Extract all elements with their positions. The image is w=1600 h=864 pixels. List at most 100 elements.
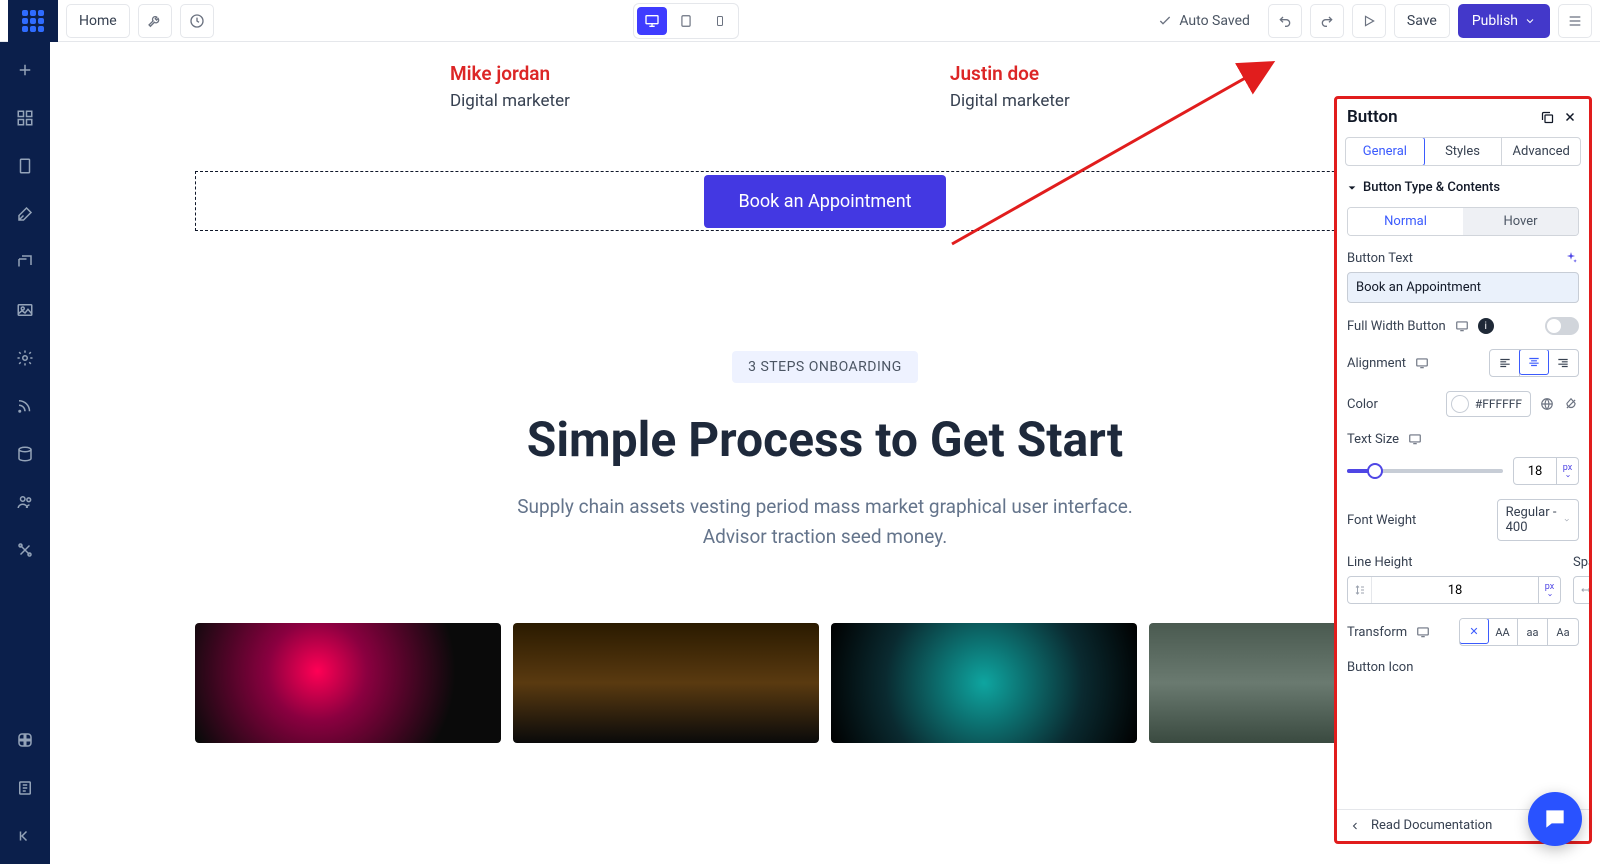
color-value: #FFFFFF [1475,397,1522,411]
keyboard-shortcuts-icon[interactable] [13,728,37,752]
tab-styles[interactable]: Styles [1424,138,1503,165]
preview-play-button[interactable] [1352,4,1386,38]
text-size-label: Text Size [1347,432,1399,447]
responsive-icon[interactable] [1414,355,1430,371]
responsive-icon[interactable] [1407,431,1423,447]
section-header-label: Button Type & Contents [1363,180,1500,195]
line-height-icon [1348,577,1372,603]
save-button[interactable]: Save [1394,4,1450,38]
transform-none-button[interactable]: ✕ [1459,618,1489,644]
color-picker[interactable]: #FFFFFF [1446,391,1531,417]
collapse-sidebar-icon[interactable] [13,824,37,848]
media-icon[interactable] [13,298,37,322]
left-sidebar [0,42,50,864]
transform-label: Transform [1347,625,1407,640]
team-name: Mike jordan [450,62,570,85]
hamburger-menu-button[interactable] [1558,4,1592,38]
global-color-icon[interactable] [1539,396,1555,412]
section-subtext: Supply chain assets vesting period mass … [515,492,1135,553]
add-element-icon[interactable] [13,58,37,82]
gallery-image [195,623,501,743]
button-text-label: Button Text [1347,251,1413,266]
responsive-icon[interactable] [1454,318,1470,334]
team-member: Justin doe Digital marketer [950,62,1070,111]
panel-title: Button [1347,107,1532,127]
autosave-label: Auto Saved [1179,13,1250,29]
line-height-label: Line Height [1347,555,1561,570]
selected-button-block[interactable]: Book an Appointment [195,171,1455,231]
history-icon[interactable] [180,4,214,38]
design-icon[interactable] [13,202,37,226]
spacing-label: Spacing [1573,555,1589,570]
undo-button[interactable] [1268,4,1302,38]
reset-color-icon[interactable] [1563,396,1579,412]
full-width-label: Full Width Button [1347,319,1446,334]
docs-icon[interactable] [13,776,37,800]
tab-advanced[interactable]: Advanced [1502,138,1580,165]
blog-icon[interactable] [13,394,37,418]
alignment-label: Alignment [1347,356,1406,371]
unit-selector[interactable]: px [1556,458,1578,484]
align-center-button[interactable] [1519,349,1549,375]
transform-segmented: ✕ AA aa Aa [1459,618,1579,646]
tablet-device-button[interactable] [671,7,701,35]
users-icon[interactable] [13,490,37,514]
top-toolbar: Home Auto Saved Save Publish [0,0,1600,42]
button-text-input[interactable] [1347,272,1579,303]
page-icon[interactable] [13,154,37,178]
color-swatch [1451,395,1469,413]
panel-body: Normal Hover Button Text Full Width Butt… [1337,203,1589,809]
full-width-toggle[interactable] [1545,317,1579,335]
button-icon-label: Button Icon [1347,660,1413,675]
state-normal[interactable]: Normal [1348,208,1463,235]
app-logo[interactable] [8,0,58,42]
team-member: Mike jordan Digital marketer [450,62,570,111]
sections-icon[interactable] [13,106,37,130]
slider-thumb[interactable] [1367,463,1383,479]
spacing-input[interactable]: px [1573,576,1589,604]
layers-icon[interactable] [13,250,37,274]
settings-icon[interactable] [13,346,37,370]
info-icon[interactable]: i [1478,318,1494,334]
tools-icon[interactable] [13,538,37,562]
cta-button[interactable]: Book an Appointment [704,175,945,228]
section-badge: 3 STEPS ONBOARDING [732,351,918,383]
ai-sparkle-icon[interactable] [1563,250,1579,266]
color-label: Color [1347,397,1378,412]
transform-upper-button[interactable]: AA [1488,619,1518,645]
redo-button[interactable] [1310,4,1344,38]
publish-button[interactable]: Publish [1458,4,1550,38]
home-button[interactable]: Home [66,4,130,38]
device-preview-group [633,3,739,39]
responsive-icon[interactable] [1415,624,1431,640]
close-panel-icon[interactable] [1563,110,1577,124]
text-size-input[interactable]: px [1513,457,1579,485]
autosave-status: Auto Saved [1157,13,1250,29]
align-left-button[interactable] [1490,350,1520,376]
tab-general[interactable]: General [1345,137,1425,166]
gallery-image [513,623,819,743]
properties-panel: Button General Styles Advanced Button Ty… [1334,96,1592,844]
wrench-icon[interactable] [138,4,172,38]
data-icon[interactable] [13,442,37,466]
team-name: Justin doe [950,62,1070,85]
line-height-input[interactable]: px [1347,576,1561,604]
unit-selector[interactable]: px [1538,577,1560,603]
duplicate-icon[interactable] [1540,110,1555,125]
state-hover[interactable]: Hover [1463,208,1578,235]
text-size-slider[interactable] [1347,469,1503,473]
transform-lower-button[interactable]: aa [1518,619,1548,645]
letter-spacing-icon [1574,577,1589,603]
team-role: Digital marketer [950,91,1070,111]
team-role: Digital marketer [450,91,570,111]
chat-bubble-button[interactable] [1528,792,1582,846]
align-right-button[interactable] [1548,350,1578,376]
mobile-device-button[interactable] [705,7,735,35]
desktop-device-button[interactable] [637,7,667,35]
image-gallery [195,623,1455,743]
font-weight-select[interactable]: Regular - 400 [1497,499,1579,541]
gallery-image [831,623,1137,743]
transform-capitalize-button[interactable]: Aa [1548,619,1578,645]
read-docs-label: Read Documentation [1371,818,1492,833]
section-header-button-type[interactable]: Button Type & Contents [1337,172,1589,203]
